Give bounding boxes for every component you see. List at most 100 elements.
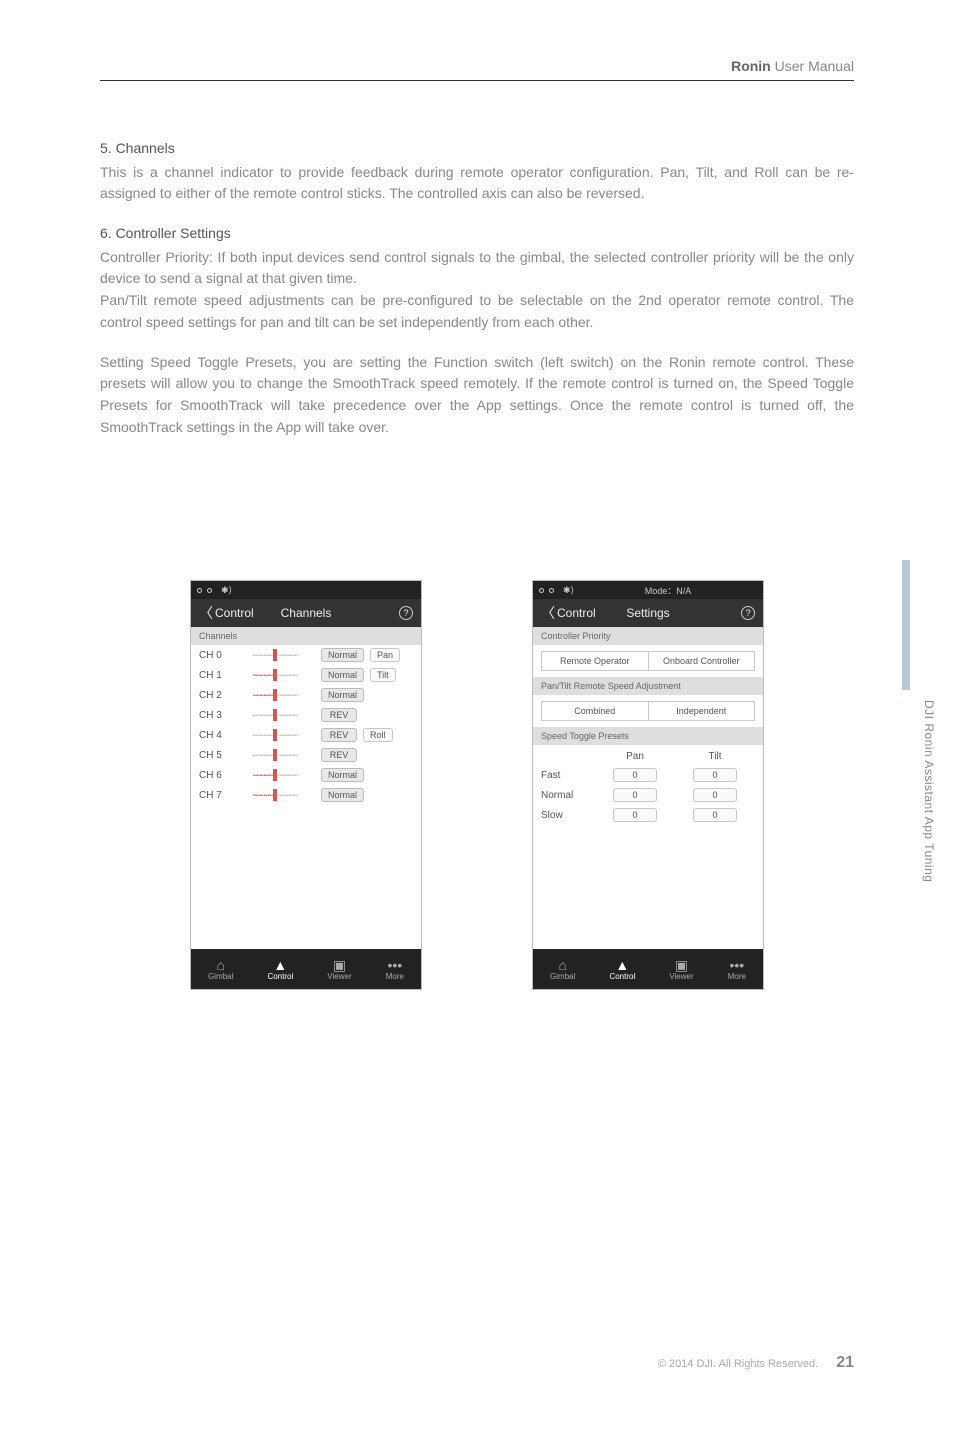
direction-toggle[interactable]: Normal <box>321 688 364 702</box>
joystick-icon: ▲ <box>267 958 293 972</box>
tab-viewer[interactable]: ▣Viewer <box>669 958 693 981</box>
tab-more[interactable]: •••More <box>386 958 404 981</box>
side-label: DJI Ronin Assistant App Tuning <box>922 700 936 882</box>
tab-control[interactable]: ▲Control <box>609 958 635 981</box>
back-chevron-icon[interactable]: 〈 <box>541 603 555 623</box>
content: 5. Channels This is a channel indicator … <box>100 120 854 438</box>
viewer-icon: ▣ <box>669 958 693 972</box>
header-rule <box>100 80 854 81</box>
channel-row: CH 3 ┅┅┅┅┅┅┅┅┅┅ REV <box>191 705 421 725</box>
preset-row: Normal 0 0 <box>541 788 755 802</box>
preset-tilt-input[interactable]: 0 <box>693 808 737 822</box>
signal-dot-icon <box>549 588 554 593</box>
header-suffix: User Manual <box>775 58 854 74</box>
priority-onboard-controller[interactable]: Onboard Controller <box>648 651 756 671</box>
priority-remote-operator[interactable]: Remote Operator <box>541 651 648 671</box>
side-tab <box>902 560 910 690</box>
channel-label: CH 4 <box>199 730 229 741</box>
section6-p2: Pan/Tilt remote speed adjustments can be… <box>100 290 854 333</box>
tab-bar: ⌂Gimbal ▲Control ▣Viewer •••More <box>191 949 421 989</box>
section5-body: This is a channel indicator to provide f… <box>100 162 854 205</box>
signal-dot-icon <box>207 588 212 593</box>
tab-more[interactable]: •••More <box>728 958 746 981</box>
channel-label: CH 2 <box>199 690 229 701</box>
signal-dot-icon <box>539 588 544 593</box>
viewer-icon: ▣ <box>327 958 351 972</box>
section6-p3: Setting Speed Toggle Presets, you are se… <box>100 352 854 439</box>
channel-slider[interactable]: ┅┅┅┅┅┅┅┅┅┅ <box>235 649 315 661</box>
channel-label: CH 6 <box>199 770 229 781</box>
channel-slider[interactable]: ┅┅┅┅┅┅┅┅┅┅ <box>235 789 315 801</box>
phone-settings: ✱⟩ Mode：N/A 〈 Control Settings ? Control… <box>532 580 764 990</box>
more-icon: ••• <box>728 958 746 972</box>
channel-slider[interactable]: ┅┅┅┅┅┅┅┅┅┅ <box>235 689 315 701</box>
joystick-icon: ▲ <box>609 958 635 972</box>
direction-toggle[interactable]: Normal <box>321 668 364 682</box>
channel-slider[interactable]: ┅┅┅┅┅┅┅┅┅┅ <box>235 669 315 681</box>
status-mode: Mode：N/A <box>645 584 692 597</box>
direction-toggle[interactable]: Normal <box>321 788 364 802</box>
axis-button[interactable]: Roll <box>363 728 393 742</box>
axis-button[interactable]: Pan <box>370 648 400 662</box>
direction-toggle[interactable]: REV <box>321 728 357 742</box>
priority-segmented: Remote Operator Onboard Controller <box>541 651 755 671</box>
tab-bar: ⌂Gimbal ▲Control ▣Viewer •••More <box>533 949 763 989</box>
tab-gimbal[interactable]: ⌂Gimbal <box>550 958 575 981</box>
status-bar: ✱⟩ Mode：N/A <box>533 581 763 599</box>
signal-dot-icon <box>197 588 202 593</box>
settings-body: Controller Priority Remote Operator Onbo… <box>533 627 763 949</box>
priority-header: Controller Priority <box>533 627 763 645</box>
channel-row: CH 1 ┅┅┅┅┅┅┅┅┅┅ Normal Tilt <box>191 665 421 685</box>
preset-tilt-input[interactable]: 0 <box>693 768 737 782</box>
preset-label: Slow <box>541 810 595 821</box>
preset-row: Slow 0 0 <box>541 808 755 822</box>
preset-pan-input[interactable]: 0 <box>613 768 657 782</box>
gimbal-icon: ⌂ <box>550 958 575 972</box>
back-label[interactable]: Control <box>215 606 254 620</box>
presets-table: Pan Tilt Fast 0 0 Normal 0 0 Slow 0 0 <box>533 745 763 830</box>
status-bar: ✱⟩ <box>191 581 421 599</box>
brand: Ronin <box>731 58 771 74</box>
tab-gimbal[interactable]: ⌂Gimbal <box>208 958 233 981</box>
channel-row: CH 6 ┅┅┅┅┅┅┅┅┅┅ Normal <box>191 765 421 785</box>
phones-row: ✱⟩ 〈 Control Channels ? Channels CH 0 ┅┅… <box>100 580 854 990</box>
nav-bar: 〈 Control Settings ? <box>533 599 763 627</box>
channel-row: CH 2 ┅┅┅┅┅┅┅┅┅┅ Normal <box>191 685 421 705</box>
tab-viewer[interactable]: ▣Viewer <box>327 958 351 981</box>
help-icon[interactable]: ? <box>741 606 755 620</box>
channel-slider[interactable]: ┅┅┅┅┅┅┅┅┅┅ <box>235 709 315 721</box>
channel-slider[interactable]: ┅┅┅┅┅┅┅┅┅┅ <box>235 729 315 741</box>
direction-toggle[interactable]: REV <box>321 748 357 762</box>
speed-independent[interactable]: Independent <box>648 701 756 721</box>
channel-slider[interactable]: ┅┅┅┅┅┅┅┅┅┅ <box>235 769 315 781</box>
axis-button[interactable]: Tilt <box>370 668 396 682</box>
direction-toggle[interactable]: REV <box>321 708 357 722</box>
channels-section-header: Channels <box>191 627 421 645</box>
channel-label: CH 0 <box>199 650 229 661</box>
preset-pan-input[interactable]: 0 <box>613 788 657 802</box>
back-label[interactable]: Control <box>557 606 596 620</box>
more-icon: ••• <box>386 958 404 972</box>
channel-row: CH 4 ┅┅┅┅┅┅┅┅┅┅ REV Roll <box>191 725 421 745</box>
preset-tilt-input[interactable]: 0 <box>693 788 737 802</box>
preset-columns: Pan Tilt <box>541 751 755 762</box>
speed-header: Pan/Tilt Remote Speed Adjustment <box>533 677 763 695</box>
direction-toggle[interactable]: Normal <box>321 648 364 662</box>
channel-label: CH 1 <box>199 670 229 681</box>
help-icon[interactable]: ? <box>399 606 413 620</box>
gimbal-icon: ⌂ <box>208 958 233 972</box>
bluetooth-icon: ✱⟩ <box>563 585 574 596</box>
channel-slider[interactable]: ┅┅┅┅┅┅┅┅┅┅ <box>235 749 315 761</box>
channel-label: CH 7 <box>199 790 229 801</box>
back-chevron-icon[interactable]: 〈 <box>199 603 213 623</box>
preset-pan-input[interactable]: 0 <box>613 808 657 822</box>
tab-control[interactable]: ▲Control <box>267 958 293 981</box>
channels-body: CH 0 ┅┅┅┅┅┅┅┅┅┅ Normal Pan CH 1 ┅┅┅┅┅┅┅┅… <box>191 645 421 949</box>
speed-segmented: Combined Independent <box>541 701 755 721</box>
direction-toggle[interactable]: Normal <box>321 768 364 782</box>
speed-combined[interactable]: Combined <box>541 701 648 721</box>
preset-label: Normal <box>541 790 595 801</box>
section6-title: 6. Controller Settings <box>100 223 854 245</box>
page-number: 21 <box>836 1354 854 1372</box>
channel-row: CH 7 ┅┅┅┅┅┅┅┅┅┅ Normal <box>191 785 421 805</box>
